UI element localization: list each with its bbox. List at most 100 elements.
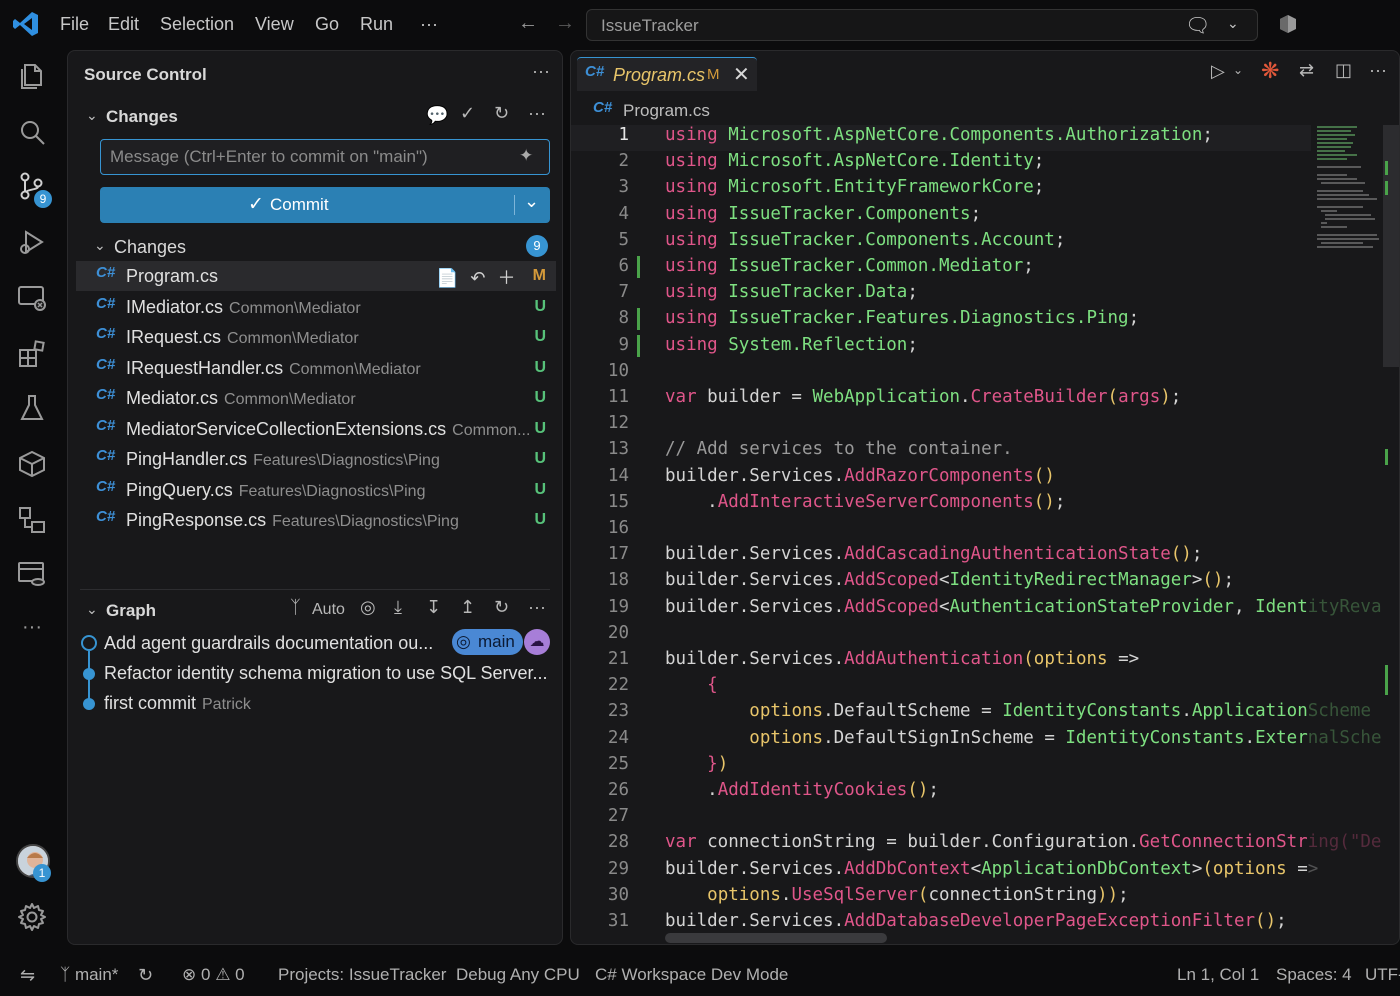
workspace-mode-status[interactable]: C# Workspace Dev Mode [595, 965, 788, 985]
menu-go[interactable]: Go [315, 14, 339, 35]
extensions-icon[interactable] [16, 338, 48, 370]
run-dropdown-chevron-icon[interactable]: ⌄ [1233, 63, 1243, 77]
generate-message-icon[interactable]: 💬 [426, 105, 448, 126]
branch-icon[interactable]: ᛉ [290, 597, 301, 618]
run-icon[interactable]: ▷ [1211, 61, 1225, 82]
graph-commit-row[interactable]: Refactor identity schema migration to us… [68, 659, 558, 687]
problems-status[interactable]: ⊗ 0 ⚠ 0 [182, 965, 245, 985]
code-line[interactable]: 3 using Microsoft.EntityFrameworkCore; [571, 177, 1391, 203]
explorer-icon[interactable] [16, 60, 48, 92]
code-line[interactable]: 8 using IssueTracker.Features.Diagnostics… [571, 308, 1391, 334]
code-line[interactable]: 7 using IssueTracker.Data; [571, 282, 1391, 308]
graph-commit-row[interactable]: first commit Patrick [68, 689, 558, 717]
push-icon[interactable]: ↥ [460, 597, 475, 618]
changes-section-header[interactable]: Changes [106, 107, 178, 127]
database-icon[interactable] [16, 558, 48, 590]
search-icon[interactable] [16, 116, 48, 148]
cloud-icon[interactable]: ☁ [524, 629, 550, 655]
forward-arrow-icon[interactable]: → [555, 12, 575, 35]
target-icon[interactable]: ◎ [360, 597, 376, 618]
cursor-position-status[interactable]: Ln 1, Col 1 [1177, 965, 1259, 985]
containers-icon[interactable] [16, 448, 48, 480]
code-line[interactable]: 5 using IssueTracker.Components.Account; [571, 230, 1391, 256]
code-line[interactable]: 24 options.DefaultSignInScheme = Identit… [571, 728, 1391, 754]
sparkle-icon[interactable]: ✦ [519, 146, 533, 166]
chevron-down-icon[interactable]: ⌄ [86, 107, 98, 124]
open-file-icon[interactable]: 📄 [436, 268, 458, 288]
split-editor-icon[interactable]: ◫ [1335, 60, 1352, 81]
code-line[interactable]: 2 using Microsoft.AspNetCore.Identity; [571, 151, 1391, 177]
code-line[interactable]: 6 using IssueTracker.Common.Mediator; [571, 256, 1391, 282]
settings-gear-icon[interactable] [16, 901, 48, 933]
menu-view[interactable]: View [255, 14, 294, 35]
menu-more[interactable]: ··· [420, 14, 438, 35]
projects-status[interactable]: Projects: IssueTracker [278, 965, 446, 985]
menu-edit[interactable]: Edit [108, 14, 139, 35]
code-line[interactable]: 28 var connectionString = builder.Configu… [571, 832, 1391, 858]
commit-check-icon[interactable]: ✓ [460, 103, 475, 124]
changed-file-row[interactable]: C# PingQuery.cs Features\Diagnostics\Ping U [76, 475, 556, 505]
code-area[interactable]: 1 using Microsoft.AspNetCore.Components.A… [571, 125, 1399, 944]
commit-message-box[interactable]: ✦ [100, 139, 550, 175]
fetch-icon[interactable]: ⤓ [394, 597, 402, 618]
editor-more-icon[interactable]: ··· [1369, 60, 1387, 81]
branch-status[interactable]: ᛉ main* [60, 965, 118, 985]
discard-changes-icon[interactable]: ↶ [470, 268, 485, 288]
changed-file-row[interactable]: C# Mediator.cs Common\Mediator U [76, 383, 556, 413]
graph-auto-label[interactable]: Auto [312, 601, 345, 619]
code-line[interactable]: 20 [571, 623, 1391, 649]
changed-file-row[interactable]: C# PingHandler.cs Features\Diagnostics\Pin… [76, 444, 556, 474]
chevron-down-icon[interactable]: ⌄ [94, 237, 106, 254]
code-line[interactable]: 1 using Microsoft.AspNetCore.Components.A… [571, 125, 1311, 151]
commit-dropdown-chevron-icon[interactable]: ⌄ [524, 191, 539, 212]
changes-group-label[interactable]: Changes [114, 237, 186, 258]
minimap[interactable] [1317, 125, 1383, 265]
code-line[interactable]: 16 [571, 518, 1391, 544]
remote-explorer-icon[interactable] [16, 282, 48, 314]
code-line[interactable]: 18 builder.Services.AddScoped<IdentityRed… [571, 570, 1391, 596]
indentation-status[interactable]: Spaces: 4 [1276, 965, 1352, 985]
code-line[interactable]: 9 using System.Reflection; [571, 334, 1391, 361]
code-line[interactable]: 14 builder.Services.AddRazorComponents() [571, 466, 1391, 492]
claude-sparkle-icon[interactable]: ❋ [1261, 58, 1279, 84]
breadcrumb[interactable]: Program.cs [623, 101, 710, 121]
build-config-status[interactable]: Debug Any CPU [456, 965, 580, 985]
code-line[interactable]: 19 builder.Services.AddScoped<Authenticat… [571, 597, 1391, 623]
changed-file-row[interactable]: C# Program.cs M 📄 ↶ ＋ [76, 261, 556, 291]
chevron-down-icon[interactable]: ⌄ [86, 601, 98, 618]
chat-icon[interactable]: 🗨 [1185, 13, 1210, 38]
changes-more-icon[interactable]: ··· [528, 103, 546, 124]
commit-message-input[interactable] [110, 145, 510, 169]
panel-more-icon[interactable]: ··· [532, 61, 550, 82]
changed-file-row[interactable]: C# PingResponse.cs Features\Diagnostics\Pi… [76, 505, 556, 535]
code-line[interactable]: 27 [571, 806, 1391, 832]
code-line[interactable]: 29 builder.Services.AddDbContext<Applicat… [571, 859, 1391, 885]
code-line[interactable]: 30 options.UseSqlServer(connectionString… [571, 885, 1391, 911]
code-line[interactable]: 13 // Add services to the container. [571, 439, 1391, 465]
tab-program-cs[interactable]: C# Program.cs M ✕ [577, 57, 757, 91]
code-line[interactable]: 17 builder.Services.AddCascadingAuthentic… [571, 544, 1391, 570]
back-arrow-icon[interactable]: ← [518, 12, 538, 35]
code-line[interactable]: 4 using IssueTracker.Components; [571, 204, 1391, 230]
stage-changes-icon[interactable]: ＋ [498, 268, 516, 288]
remote-indicator-icon[interactable]: ⇋ [20, 965, 35, 986]
testing-flask-icon[interactable] [16, 392, 48, 424]
code-line[interactable]: 25 }) [571, 754, 1391, 780]
code-line[interactable]: 23 options.DefaultScheme = IdentityConst… [571, 701, 1391, 727]
branch-badge[interactable]: ◎ main [452, 629, 523, 655]
close-icon[interactable]: ✕ [733, 62, 750, 87]
code-line[interactable]: 12 [571, 413, 1391, 439]
command-center[interactable]: IssueTracker 🗨 ⌄ [586, 9, 1258, 41]
graph-section-header[interactable]: Graph [106, 601, 156, 621]
code-line[interactable]: 22 { [571, 675, 1391, 701]
menu-selection[interactable]: Selection [160, 14, 234, 35]
changed-file-row[interactable]: C# IRequestHandler.cs Common\Mediator U [76, 353, 556, 383]
horizontal-scrollbar-thumb[interactable] [665, 933, 887, 943]
more-views-icon[interactable]: ··· [16, 616, 48, 648]
chevron-down-icon[interactable]: ⌄ [1227, 15, 1239, 32]
code-line[interactable]: 21 builder.Services.AddAuthentication(opt… [571, 649, 1391, 675]
graph-refresh-icon[interactable]: ↻ [494, 597, 509, 618]
pull-icon[interactable]: ↧ [426, 597, 441, 618]
refresh-icon[interactable]: ↻ [494, 103, 509, 124]
encoding-status[interactable]: UTF- [1365, 965, 1400, 985]
